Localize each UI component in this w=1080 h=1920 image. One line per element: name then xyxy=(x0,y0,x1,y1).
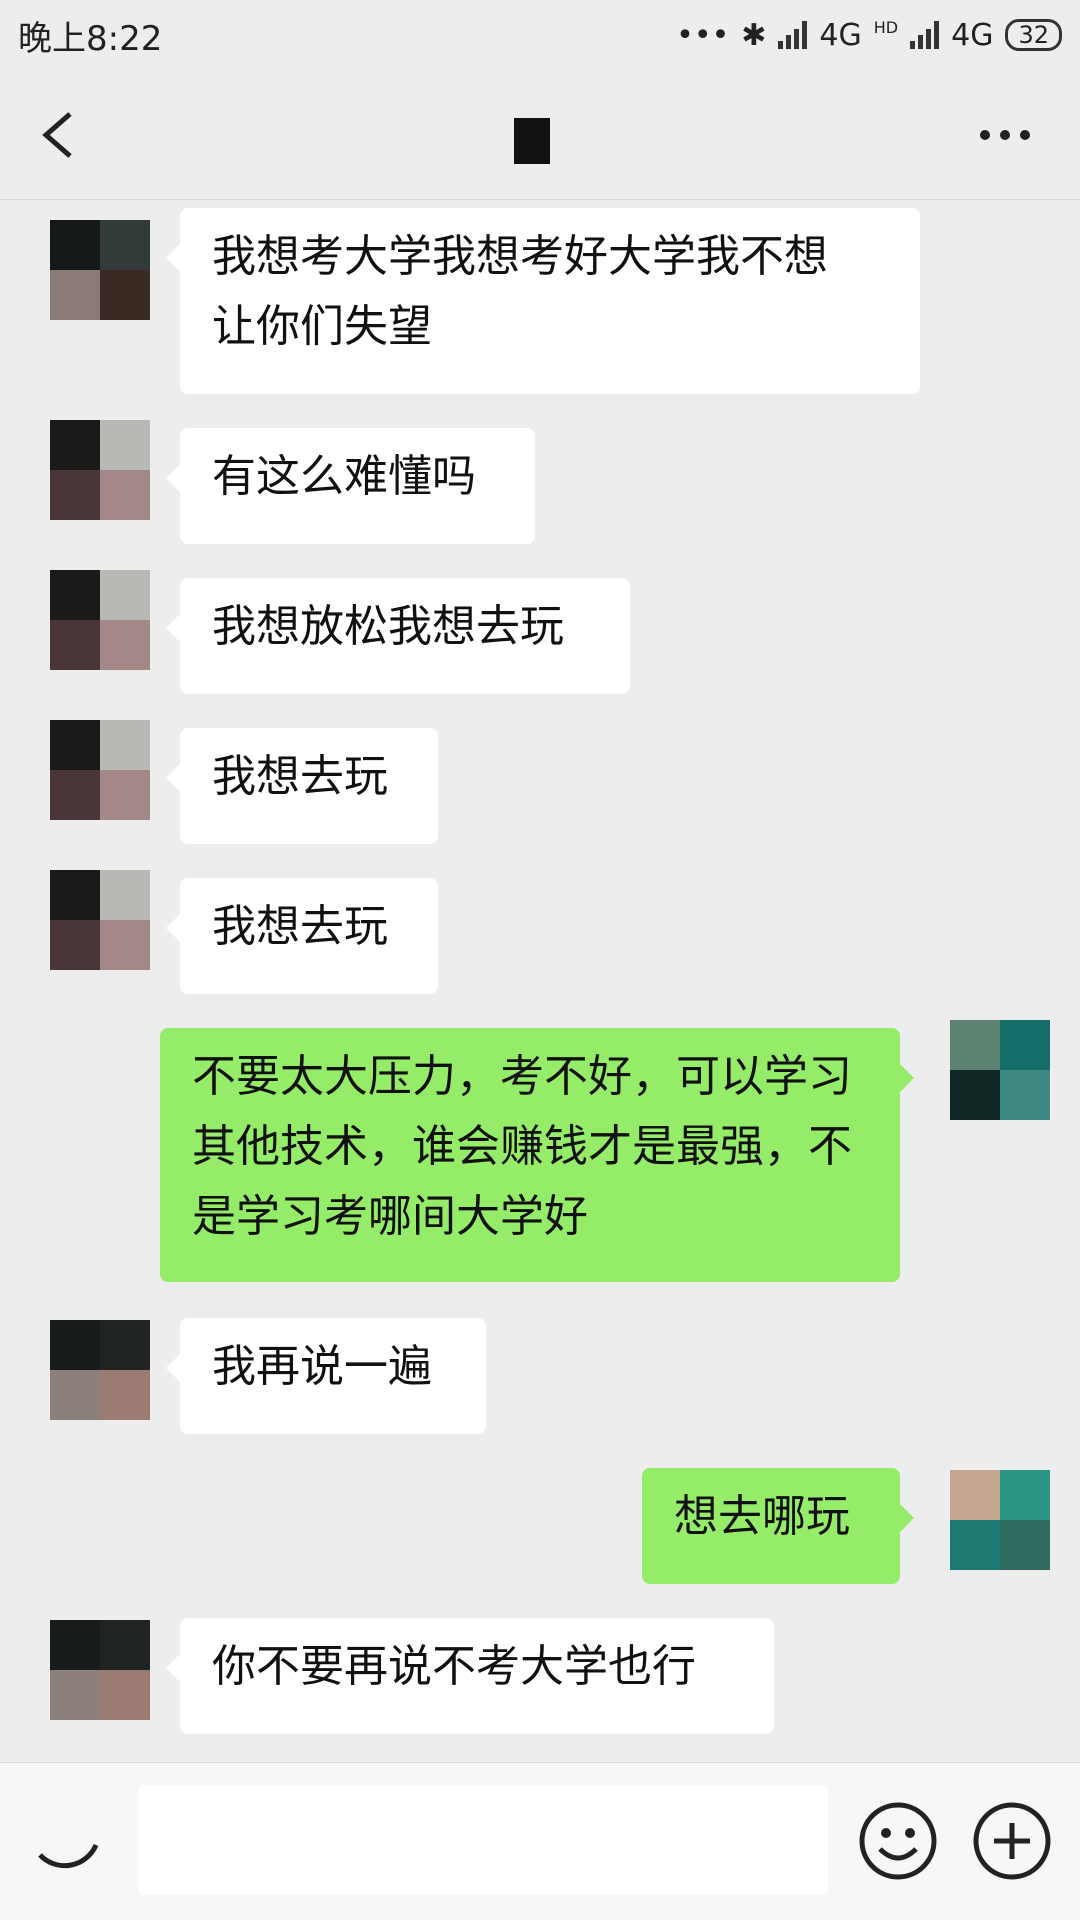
message-text: 我想放松我想去玩 xyxy=(212,601,564,652)
plus-button[interactable] xyxy=(970,1799,1054,1883)
message-text: 我想去玩 xyxy=(212,751,388,802)
status-bar: 晚上8:22 ••• ✱ 4G HD 4G 32 xyxy=(0,0,1080,70)
network-label-2: 4G xyxy=(951,17,994,53)
message-text-line: 我想考大学我想考好大学我不想 xyxy=(212,231,828,282)
avatar[interactable] xyxy=(50,1320,150,1420)
message-bubble[interactable]: 想去哪玩 xyxy=(642,1468,914,1584)
message-text: 我想去玩 xyxy=(212,901,388,952)
message-bubble[interactable]: 我想去玩 xyxy=(166,878,438,994)
emoji-icon xyxy=(859,1802,937,1880)
avatar[interactable] xyxy=(50,220,150,320)
message-bubble[interactable]: 我想去玩 xyxy=(166,728,438,844)
message-text-line: 其他技术，谁会赚钱才是最强，不 xyxy=(192,1121,852,1172)
avatar[interactable] xyxy=(50,720,150,820)
more-dot xyxy=(1000,130,1010,140)
message-bubble[interactable]: 我想考大学我想考好大学我不想 让你们失望 xyxy=(166,208,920,394)
voice-button[interactable] xyxy=(30,1803,110,1883)
more-dots-icon: ••• xyxy=(676,17,730,53)
message-bubble[interactable]: 不要太大压力，考不好，可以学习 其他技术，谁会赚钱才是最强，不 是学习考哪间大学… xyxy=(160,1028,914,1282)
emoji-button[interactable] xyxy=(856,1799,940,1883)
avatar[interactable] xyxy=(50,420,150,520)
message-text: 想去哪玩 xyxy=(674,1491,850,1542)
status-icons: ••• ✱ 4G HD 4G 32 xyxy=(676,18,1062,53)
message-text: 我再说一遍 xyxy=(212,1341,432,1392)
message-text-line: 是学习考哪间大学好 xyxy=(192,1191,588,1242)
message-input[interactable] xyxy=(138,1785,828,1895)
avatar[interactable] xyxy=(950,1470,1050,1570)
more-dot xyxy=(1020,130,1030,140)
plus-circle-icon xyxy=(973,1802,1051,1880)
message-bubble[interactable]: 你不要再说不考大学也行 xyxy=(166,1618,774,1734)
signal-icon-2 xyxy=(910,21,940,49)
avatar[interactable] xyxy=(50,1620,150,1720)
contact-name-redacted xyxy=(514,118,550,164)
avatar[interactable] xyxy=(50,570,150,670)
avatar[interactable] xyxy=(950,1020,1050,1120)
message-bubble[interactable]: 我想放松我想去玩 xyxy=(166,578,630,694)
voice-icon xyxy=(38,1843,99,1869)
more-button[interactable] xyxy=(970,110,1040,160)
message-text-line: 不要太大压力，考不好，可以学习 xyxy=(192,1051,852,1102)
hd-label: HD xyxy=(873,17,899,37)
chat-header xyxy=(0,70,1080,200)
battery-indicator: 32 xyxy=(1005,19,1062,51)
network-label-1: 4G xyxy=(819,17,862,53)
more-dot xyxy=(980,130,990,140)
back-button[interactable] xyxy=(30,100,90,170)
avatar[interactable] xyxy=(50,870,150,970)
signal-icon xyxy=(778,21,808,49)
status-time: 晚上8:22 xyxy=(18,18,163,59)
bluetooth-icon: ✱ xyxy=(741,17,767,53)
chat-input-bar xyxy=(0,1762,1080,1920)
message-bubble[interactable]: 有这么难懂吗 xyxy=(166,428,535,544)
message-text: 有这么难懂吗 xyxy=(212,451,476,502)
chevron-left-icon xyxy=(42,112,72,158)
message-text: 你不要再说不考大学也行 xyxy=(212,1641,696,1692)
message-text-line: 让你们失望 xyxy=(212,301,432,352)
message-bubble[interactable]: 我再说一遍 xyxy=(166,1318,486,1434)
